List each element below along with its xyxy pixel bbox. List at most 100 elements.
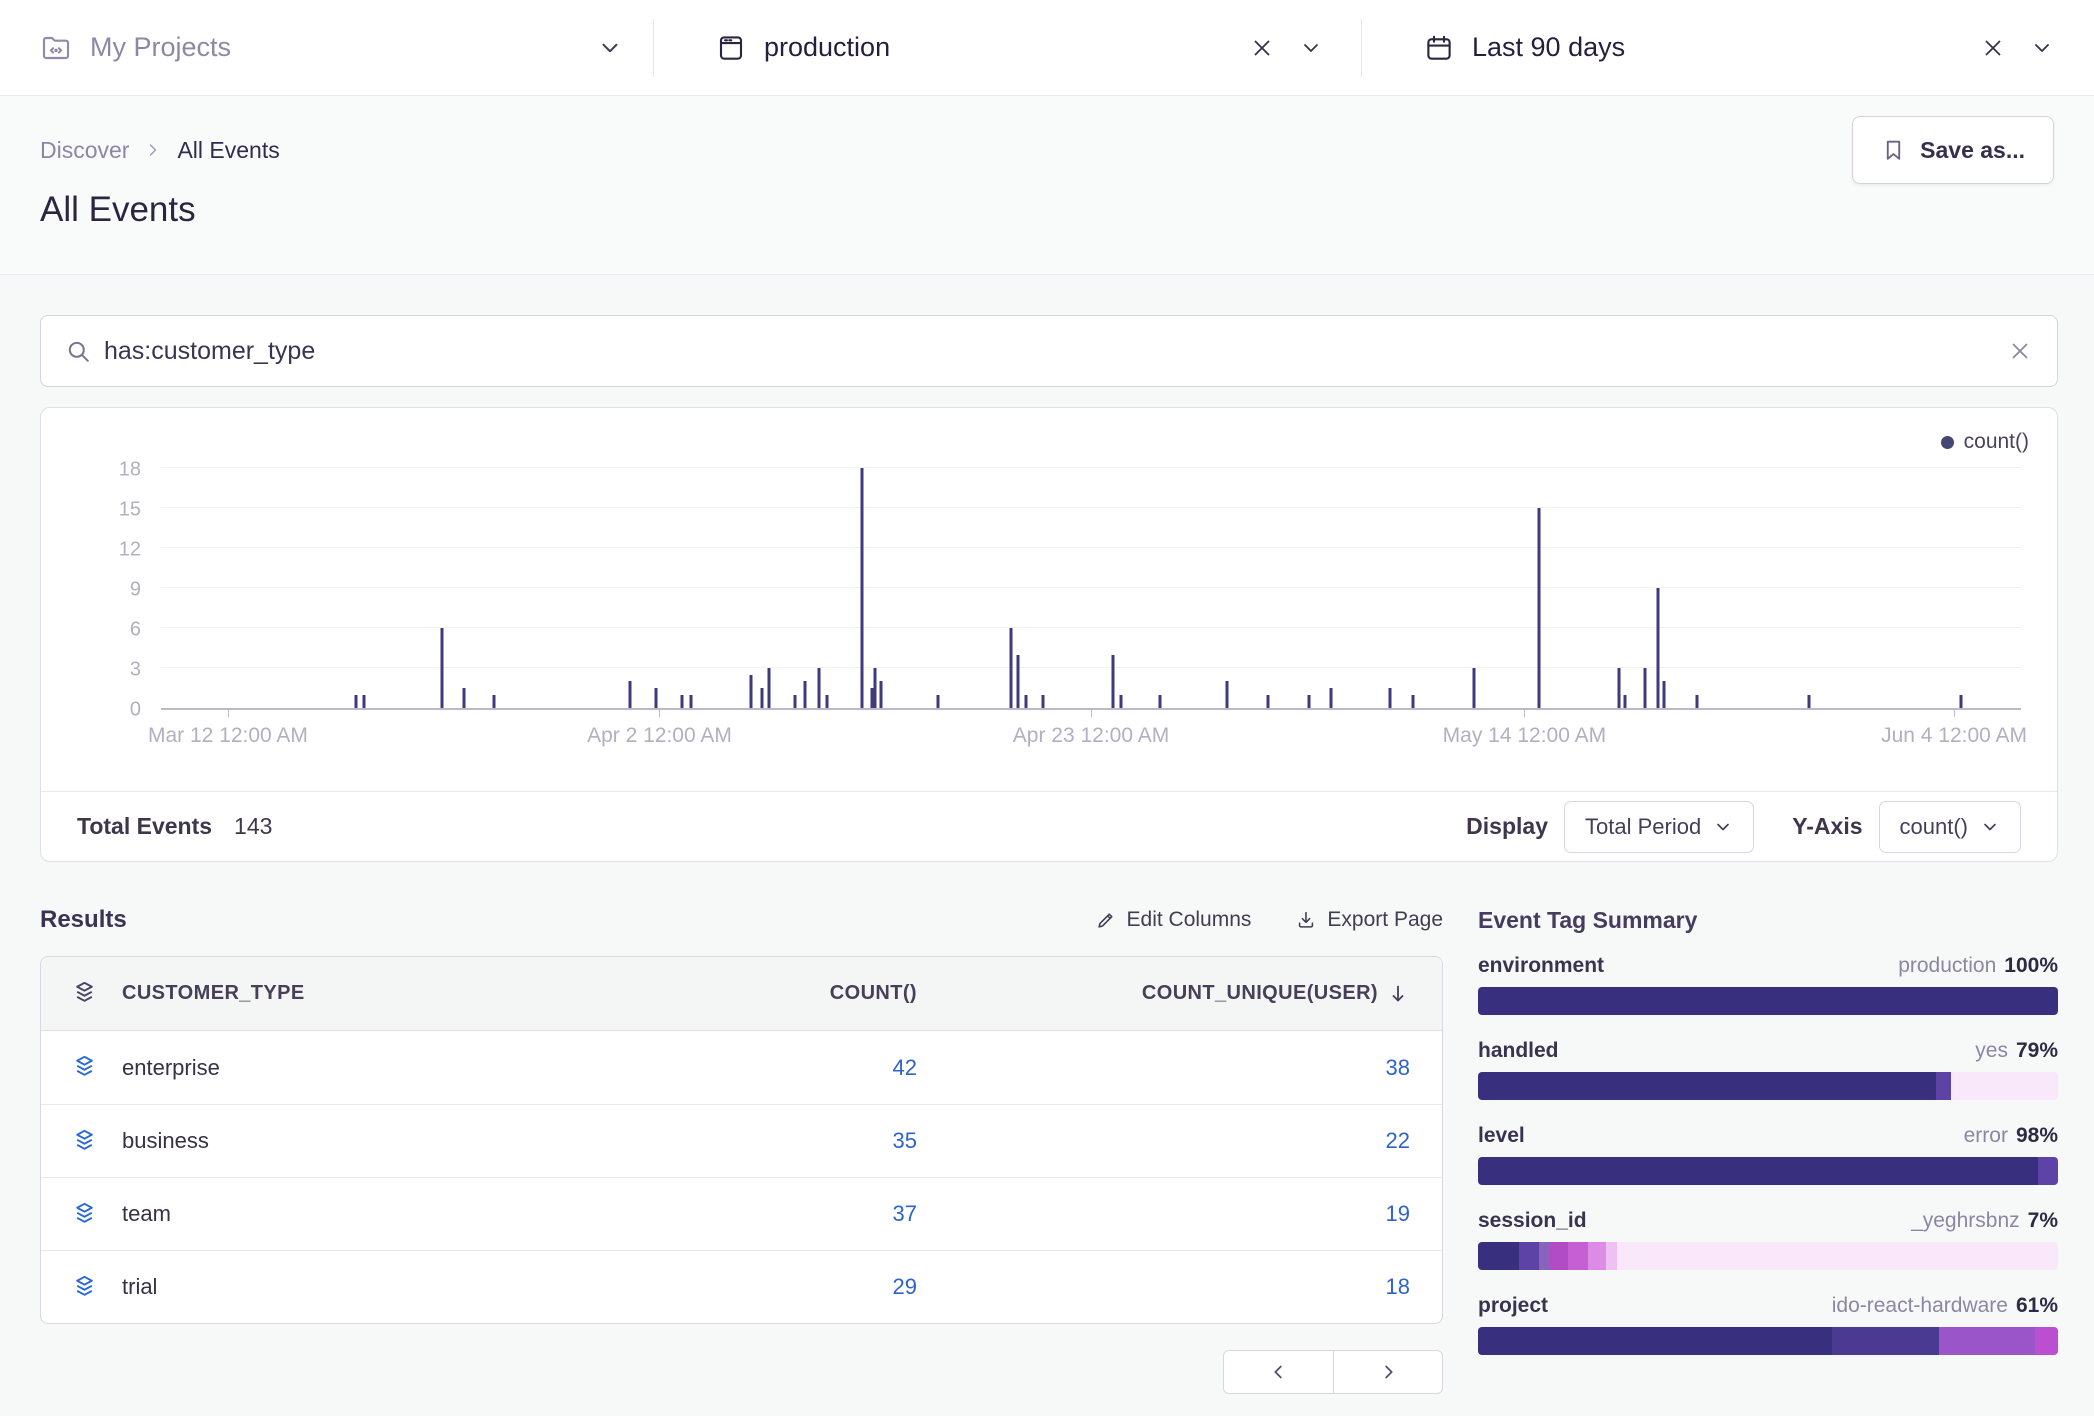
chart-spike: [1112, 655, 1115, 708]
row-count-link[interactable]: 42: [677, 1055, 917, 1081]
x-axis-tick: [659, 708, 660, 717]
chart-spike: [1119, 695, 1122, 708]
tag-value: yes: [1975, 1039, 2008, 1062]
tag-right: _yeghrsbnz7%: [1911, 1209, 2058, 1233]
tag-bar-segment[interactable]: [1478, 1242, 1519, 1270]
row-unique-link[interactable]: 19: [917, 1201, 1442, 1227]
project-selector[interactable]: My Projects: [0, 0, 653, 95]
daterange-selector[interactable]: Last 90 days: [1362, 0, 2094, 95]
tag-bar-segment[interactable]: [2035, 1327, 2058, 1355]
tag-bar-segment[interactable]: [1478, 1072, 1936, 1100]
chart-spike: [690, 695, 693, 708]
row-unique-link[interactable]: 38: [917, 1055, 1442, 1081]
x-axis-label: Apr 2 12:00 AM: [587, 724, 732, 748]
tag-bar-segment[interactable]: [1478, 1157, 2038, 1185]
clear-daterange-icon[interactable]: [1980, 35, 2006, 61]
tag-bar-segment[interactable]: [1550, 1242, 1567, 1270]
column-customer-type[interactable]: CUSTOMER_TYPE: [122, 982, 305, 1005]
breadcrumb-link-discover[interactable]: Discover: [40, 137, 129, 164]
chevron-down-icon[interactable]: [1299, 36, 1323, 60]
tag-bar-segment[interactable]: [1588, 1242, 1605, 1270]
column-count-unique[interactable]: COUNT_UNIQUE(USER): [1142, 982, 1378, 1005]
legend-dot: [1941, 436, 1954, 449]
row-name: trial: [122, 1274, 157, 1300]
pagination: [40, 1350, 1443, 1394]
save-as-button[interactable]: Save as...: [1852, 116, 2054, 184]
page-header: Discover All Events Save as... All Event…: [0, 96, 2094, 275]
yaxis-dropdown[interactable]: count(): [1879, 801, 2021, 853]
tag-bar[interactable]: [1478, 1242, 2058, 1270]
tag-bar-segment[interactable]: [1568, 1242, 1588, 1270]
row-count-link[interactable]: 29: [677, 1274, 917, 1300]
tag-bar-segment[interactable]: [1936, 1072, 1951, 1100]
environment-selector-label: production: [764, 32, 890, 63]
pagination-prev-button[interactable]: [1223, 1350, 1333, 1394]
tag-toprow: session_id_yeghrsbnz7%: [1478, 1209, 2058, 1233]
row-unique-link[interactable]: 18: [917, 1274, 1442, 1300]
layers-icon: [71, 1054, 98, 1081]
calendar-icon: [1424, 33, 1454, 63]
row-count-link[interactable]: 37: [677, 1201, 917, 1227]
tag-bar-segment[interactable]: [2038, 1157, 2058, 1185]
search-bar[interactable]: [40, 315, 2058, 387]
column-count[interactable]: COUNT(): [677, 982, 917, 1005]
tag-bar[interactable]: [1478, 1157, 2058, 1185]
row-name: team: [122, 1201, 171, 1227]
tag-item: levelerror98%: [1478, 1124, 2058, 1185]
results-table: CUSTOMER_TYPE COUNT() COUNT_UNIQUE(USER)…: [40, 956, 1443, 1324]
table-row: team 3719: [41, 1177, 1442, 1250]
search-icon: [65, 338, 92, 365]
chart-spike: [1696, 695, 1699, 708]
row-name-cell: enterprise: [41, 1054, 677, 1081]
chart-spike: [818, 668, 821, 708]
chevron-down-icon[interactable]: [2030, 36, 2054, 60]
search-input[interactable]: [104, 337, 2007, 366]
tag-bar-segment[interactable]: [1606, 1242, 1618, 1270]
chart-legend[interactable]: count(): [1941, 430, 2029, 454]
export-page-button[interactable]: Export Page: [1295, 908, 1443, 932]
x-axis-tick: [228, 708, 229, 717]
projects-folder-icon: [40, 32, 72, 64]
row-unique-link[interactable]: 22: [917, 1128, 1442, 1154]
gridline: [161, 547, 2021, 548]
chart-spike: [355, 695, 358, 708]
row-count-link[interactable]: 35: [677, 1128, 917, 1154]
chart-spike: [937, 695, 940, 708]
chevron-down-icon[interactable]: [597, 35, 623, 61]
tag-bar-segment[interactable]: [1519, 1242, 1539, 1270]
tag-percent: 61%: [2016, 1294, 2058, 1317]
tag-bar[interactable]: [1478, 987, 2058, 1015]
tag-bar-segment[interactable]: [1832, 1327, 1939, 1355]
tag-bar-segment[interactable]: [1939, 1327, 2035, 1355]
chart-plot: Mar 12 12:00 AMApr 2 12:00 AMApr 23 12:0…: [161, 452, 2021, 710]
row-name-cell: team: [41, 1201, 677, 1228]
table-row: trial 2918: [41, 1250, 1442, 1323]
search-clear-icon[interactable]: [2007, 338, 2033, 364]
layers-icon: [71, 1274, 98, 1301]
table-body: enterprise4238business3522team3719trial2…: [41, 1031, 1442, 1323]
tag-bar-segment[interactable]: [1478, 1327, 1832, 1355]
tag-bar[interactable]: [1478, 1072, 2058, 1100]
download-icon: [1295, 909, 1317, 931]
tag-bar-segment[interactable]: [1478, 987, 2058, 1015]
clear-environment-icon[interactable]: [1249, 35, 1275, 61]
display-label: Display: [1466, 813, 1548, 840]
chart-spike: [879, 681, 882, 708]
chart-spike: [1807, 695, 1810, 708]
edit-columns-button[interactable]: Edit Columns: [1095, 908, 1252, 932]
pagination-next-button[interactable]: [1333, 1350, 1443, 1394]
tag-bar-segment[interactable]: [1539, 1242, 1551, 1270]
legend-label: count(): [1964, 430, 2029, 454]
chart-spike: [492, 695, 495, 708]
environment-selector[interactable]: production: [654, 0, 1361, 95]
discover-page: My Projects production: [0, 0, 2094, 1394]
row-name: enterprise: [122, 1055, 220, 1081]
tag-bar[interactable]: [1478, 1327, 2058, 1355]
yaxis-label: Y-Axis: [1792, 813, 1862, 840]
edit-columns-label: Edit Columns: [1127, 908, 1252, 932]
display-dropdown[interactable]: Total Period: [1564, 801, 1754, 853]
chart-spike: [680, 695, 683, 708]
chart-spike: [1411, 695, 1414, 708]
tag-value: ido-react-hardware: [1832, 1294, 2008, 1317]
export-page-label: Export Page: [1327, 908, 1443, 932]
